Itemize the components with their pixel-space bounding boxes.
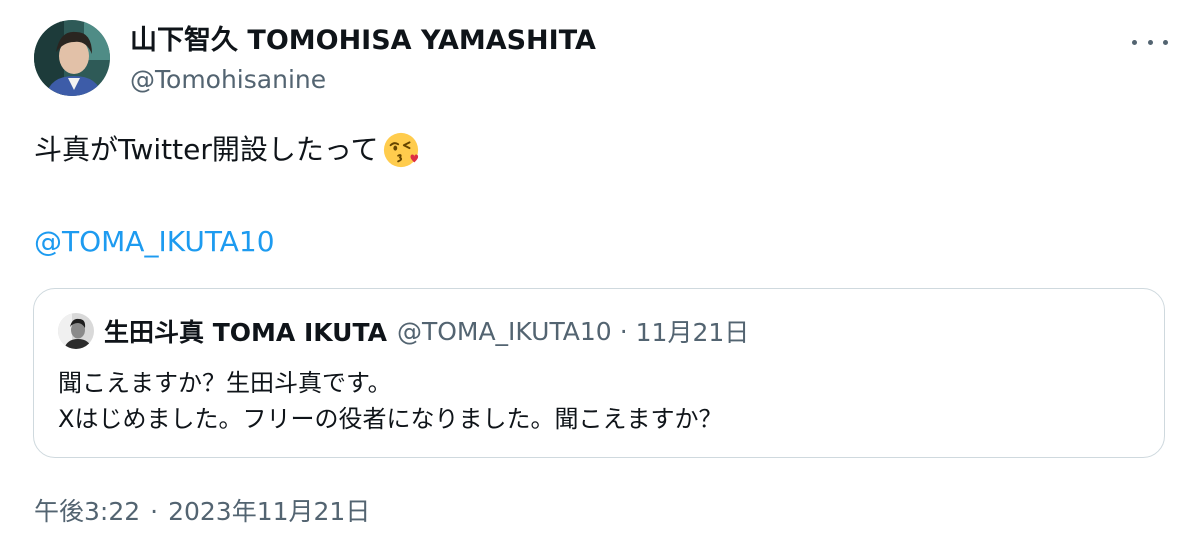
face-blowing-kiss-icon bbox=[384, 132, 419, 168]
author-avatar[interactable] bbox=[34, 20, 110, 96]
quoted-author-avatar[interactable] bbox=[58, 313, 94, 349]
quoted-text-line: 聞こえますか？生田斗真です。 bbox=[58, 369, 392, 397]
tweet-date: 2023年11月21日 bbox=[168, 497, 371, 526]
mention-link[interactable]: @TOMA_IKUTA10 bbox=[34, 222, 275, 262]
tweet-time: 午後3:22 bbox=[34, 497, 141, 526]
avatar-photo bbox=[34, 20, 110, 96]
tweet-timestamp[interactable]: 午後3:22 · 2023年11月21日 bbox=[34, 494, 370, 530]
tweet-text: 斗真がTwitter開設したって bbox=[34, 133, 379, 166]
more-dot bbox=[1163, 39, 1168, 45]
more-options-icon[interactable] bbox=[1132, 30, 1168, 54]
more-dot bbox=[1132, 39, 1137, 45]
quoted-tweet-header: 生田斗真 TOMA IKUTA @TOMA_IKUTA10 · 11月21日 bbox=[104, 313, 749, 349]
quoted-tweet-card[interactable]: 生田斗真 TOMA IKUTA @TOMA_IKUTA10 · 11月21日 聞… bbox=[33, 288, 1165, 458]
quoted-author-handle[interactable]: @TOMA_IKUTA10 bbox=[397, 317, 612, 346]
quoted-tweet-text: 聞こえますか？生田斗真です。 Xはじめました。フリーの役者になりました。聞こえま… bbox=[58, 365, 722, 437]
tweet-text-line: 斗真がTwitter開設したって bbox=[34, 130, 420, 170]
avatar-photo bbox=[58, 313, 94, 349]
more-dot bbox=[1147, 39, 1153, 45]
separator-dot: · bbox=[619, 316, 628, 346]
quoted-tweet-date[interactable]: 11月21日 bbox=[636, 313, 750, 349]
author-display-name[interactable]: 山下智久 TOMOHISA YAMASHITA bbox=[130, 24, 596, 58]
quoted-text-line: Xはじめました。フリーの役者になりました。聞こえますか？ bbox=[58, 405, 723, 433]
author-handle[interactable]: @Tomohisanine bbox=[130, 64, 326, 96]
quoted-author-name[interactable]: 生田斗真 TOMA IKUTA bbox=[104, 313, 387, 349]
separator-dot: · bbox=[150, 497, 159, 526]
